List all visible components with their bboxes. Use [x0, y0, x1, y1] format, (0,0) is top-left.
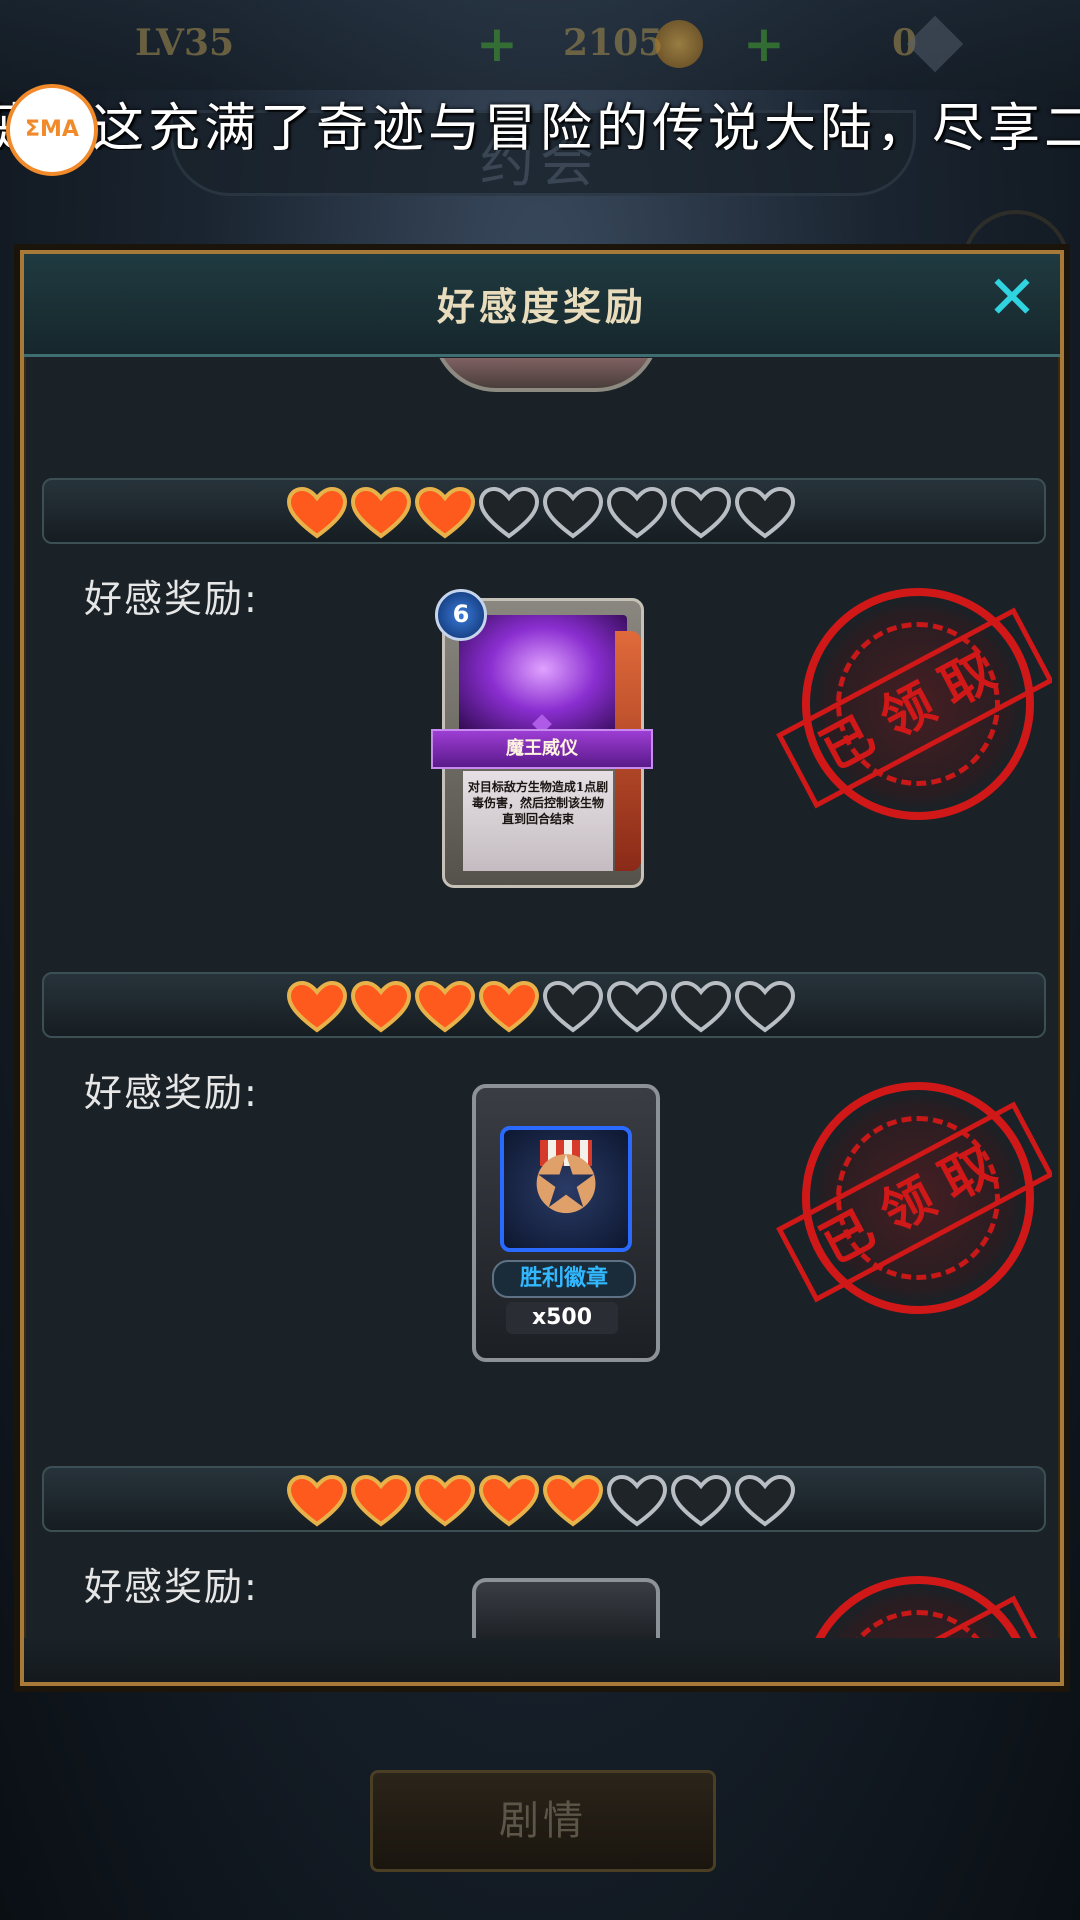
heart-filled-icon — [414, 980, 476, 1033]
claimed-stamp: 已领取 — [776, 1576, 1052, 1638]
spell-card-reward[interactable]: 魔王威仪 对目标敌方生物造成1点剧毒伤害，然后控制该生物直到回合结束 6 — [431, 589, 653, 888]
hearts-row — [285, 1474, 797, 1530]
mana-cost-badge: 6 — [435, 589, 487, 641]
medal-star-icon: ✪ — [533, 1141, 599, 1231]
modal-title: 好感度奖励 — [436, 285, 647, 329]
reward-label: 好感奖励: — [84, 577, 259, 621]
heart-empty-icon — [670, 980, 732, 1033]
coin-icon — [655, 20, 703, 68]
heart-empty-icon — [734, 1474, 796, 1527]
story-button[interactable]: 剧情 — [370, 1770, 716, 1872]
reward-tier-3: 好感奖励: 魔王威仪 对目标敌方生物造成1点剧毒伤害，然后控制该生物直到回合结束… — [32, 478, 1052, 972]
reward-label: 好感奖励: — [84, 1071, 259, 1115]
heart-filled-icon — [286, 486, 348, 539]
heart-filled-icon — [414, 486, 476, 539]
item-frame: ✪ — [500, 1126, 632, 1252]
heart-empty-icon — [606, 1474, 668, 1527]
heart-filled-icon — [478, 980, 540, 1033]
affection-reward-modal: ❖ ❖ ❖ ❖ 好感度奖励 ✕ 好感奖励: 魔王威仪 对目标敌方生物造成1点剧毒… — [20, 250, 1064, 1686]
heart-empty-icon — [734, 486, 796, 539]
modal-header: 好感度奖励 ✕ — [24, 254, 1060, 357]
heart-bar — [42, 1466, 1046, 1532]
heart-filled-icon — [286, 1474, 348, 1527]
reward-label: 好感奖励: — [84, 1565, 259, 1609]
heart-filled-icon — [350, 980, 412, 1033]
heart-empty-icon — [670, 486, 732, 539]
item-name: 胜利徽章 — [492, 1260, 636, 1298]
hearts-row — [285, 980, 797, 1036]
watermark-logo: ΣMA — [6, 84, 98, 176]
heart-filled-icon — [286, 980, 348, 1033]
spell-card-name: 魔王威仪 — [431, 729, 653, 769]
heart-empty-icon — [542, 980, 604, 1033]
close-icon[interactable]: ✕ — [982, 268, 1042, 328]
spell-card-description: 对目标敌方生物造成1点剧毒伤害，然后控制该生物直到回合结束 — [463, 771, 613, 871]
item-reward-card[interactable] — [472, 1578, 660, 1638]
heart-empty-icon — [606, 980, 668, 1033]
heart-bar — [42, 972, 1046, 1038]
reward-tier-4: 好感奖励: ✪ 胜利徽章 x500 已领取 — [32, 972, 1052, 1466]
reward-tier-5: 好感奖励: 已领取 — [32, 1466, 1052, 1638]
heart-bar — [42, 478, 1046, 544]
heart-empty-icon — [542, 486, 604, 539]
heart-filled-icon — [542, 1474, 604, 1527]
reward-list[interactable]: 好感奖励: 魔王威仪 对目标敌方生物造成1点剧毒伤害，然后控制该生物直到回合结束… — [32, 358, 1052, 1638]
heart-filled-icon — [350, 1474, 412, 1527]
heart-filled-icon — [478, 1474, 540, 1527]
marquee-banner: 蓰到这充满了奇迹与冒险的传说大陆，尽享二 — [0, 80, 1080, 150]
claimed-stamp: 已领取 — [776, 1082, 1052, 1314]
item-quantity: x500 — [506, 1302, 618, 1334]
add-gems-icon[interactable]: + — [742, 19, 786, 69]
heart-filled-icon — [414, 1474, 476, 1527]
marquee-text: 蓰到这充满了奇迹与冒险的传说大陆，尽享二 — [0, 99, 1080, 150]
heart-empty-icon — [478, 486, 540, 539]
heart-filled-icon — [350, 486, 412, 539]
previous-reward-edge — [432, 358, 660, 392]
add-coins-icon[interactable]: + — [475, 19, 519, 69]
heart-empty-icon — [734, 980, 796, 1033]
item-reward-card[interactable]: ✪ 胜利徽章 x500 — [472, 1084, 660, 1362]
hearts-row — [285, 486, 797, 542]
claimed-stamp: 已领取 — [776, 588, 1052, 820]
heart-empty-icon — [606, 486, 668, 539]
modal-footer — [24, 1638, 1060, 1682]
story-button-label: 剧情 — [499, 1798, 587, 1844]
coins-value: 2105 — [563, 22, 664, 64]
level-text: LV35 — [135, 22, 235, 64]
heart-empty-icon — [670, 1474, 732, 1527]
